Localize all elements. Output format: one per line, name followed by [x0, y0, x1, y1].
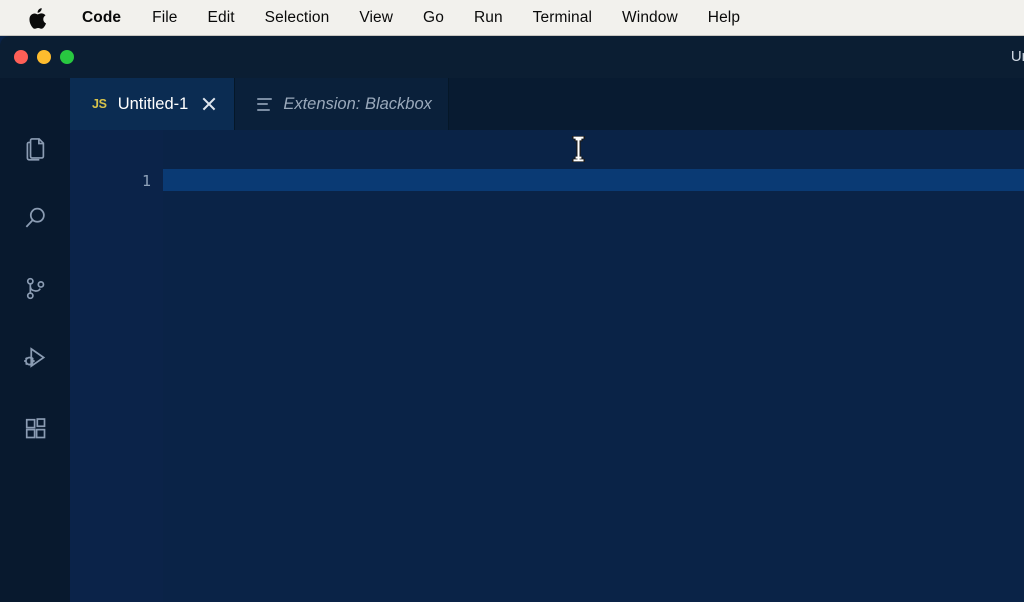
menu-item-selection[interactable]: Selection	[250, 0, 345, 36]
screen: Code File Edit Selection View Go Run Ter…	[0, 0, 1024, 602]
sidebar-item-search[interactable]	[0, 190, 70, 246]
extensions-blocks-icon	[22, 415, 49, 442]
editor-tab-bar: JS Untitled-1 Extension: Blackbox	[70, 78, 1024, 130]
tab-label: Untitled-1	[117, 94, 189, 113]
menu-item-terminal[interactable]: Terminal	[518, 0, 607, 36]
activity-bar	[0, 78, 70, 602]
code-editor[interactable]: 1	[70, 130, 1024, 602]
sidebar-item-source-control[interactable]	[0, 260, 70, 316]
apple-logo-icon[interactable]	[26, 5, 48, 31]
menu-item-run[interactable]: Run	[459, 0, 518, 36]
js-file-icon: JS	[92, 97, 107, 111]
macos-menu-bar: Code File Edit Selection View Go Run Ter…	[0, 0, 1024, 36]
menu-item-edit[interactable]: Edit	[193, 0, 250, 36]
sidebar-item-explorer[interactable]	[0, 120, 70, 176]
window-title: Un	[1010, 48, 1024, 65]
traffic-lights	[14, 50, 74, 64]
source-control-branch-icon	[22, 275, 49, 302]
search-icon	[21, 204, 49, 232]
menu-item-file[interactable]: File	[137, 0, 192, 36]
tab-untitled-1[interactable]: JS Untitled-1	[70, 78, 236, 130]
sidebar-item-extensions[interactable]	[0, 400, 70, 456]
close-window-button[interactable]	[14, 50, 28, 64]
tab-label: Extension: Blackbox	[283, 94, 432, 113]
line-number: 1	[141, 172, 151, 190]
editor-gutter: 1	[70, 130, 163, 602]
menu-item-code[interactable]: Code	[66, 0, 137, 36]
menu-item-view[interactable]: View	[344, 0, 408, 36]
maximize-window-button[interactable]	[60, 50, 74, 64]
run-debug-icon	[21, 344, 49, 372]
window-title-bar: Un	[0, 36, 1024, 78]
close-icon[interactable]	[200, 95, 218, 113]
preview-lines-icon	[257, 97, 273, 111]
minimize-window-button[interactable]	[37, 50, 51, 64]
vscode-window: Un	[0, 36, 1024, 602]
menu-item-go[interactable]: Go	[408, 0, 459, 36]
sidebar-item-run-and-debug[interactable]	[0, 330, 70, 386]
current-line-highlight	[163, 169, 1024, 191]
menu-item-help[interactable]: Help	[693, 0, 755, 36]
menu-item-window[interactable]: Window	[607, 0, 693, 36]
files-icon	[22, 135, 49, 162]
tab-extension-blackbox[interactable]: Extension: Blackbox	[235, 78, 449, 130]
